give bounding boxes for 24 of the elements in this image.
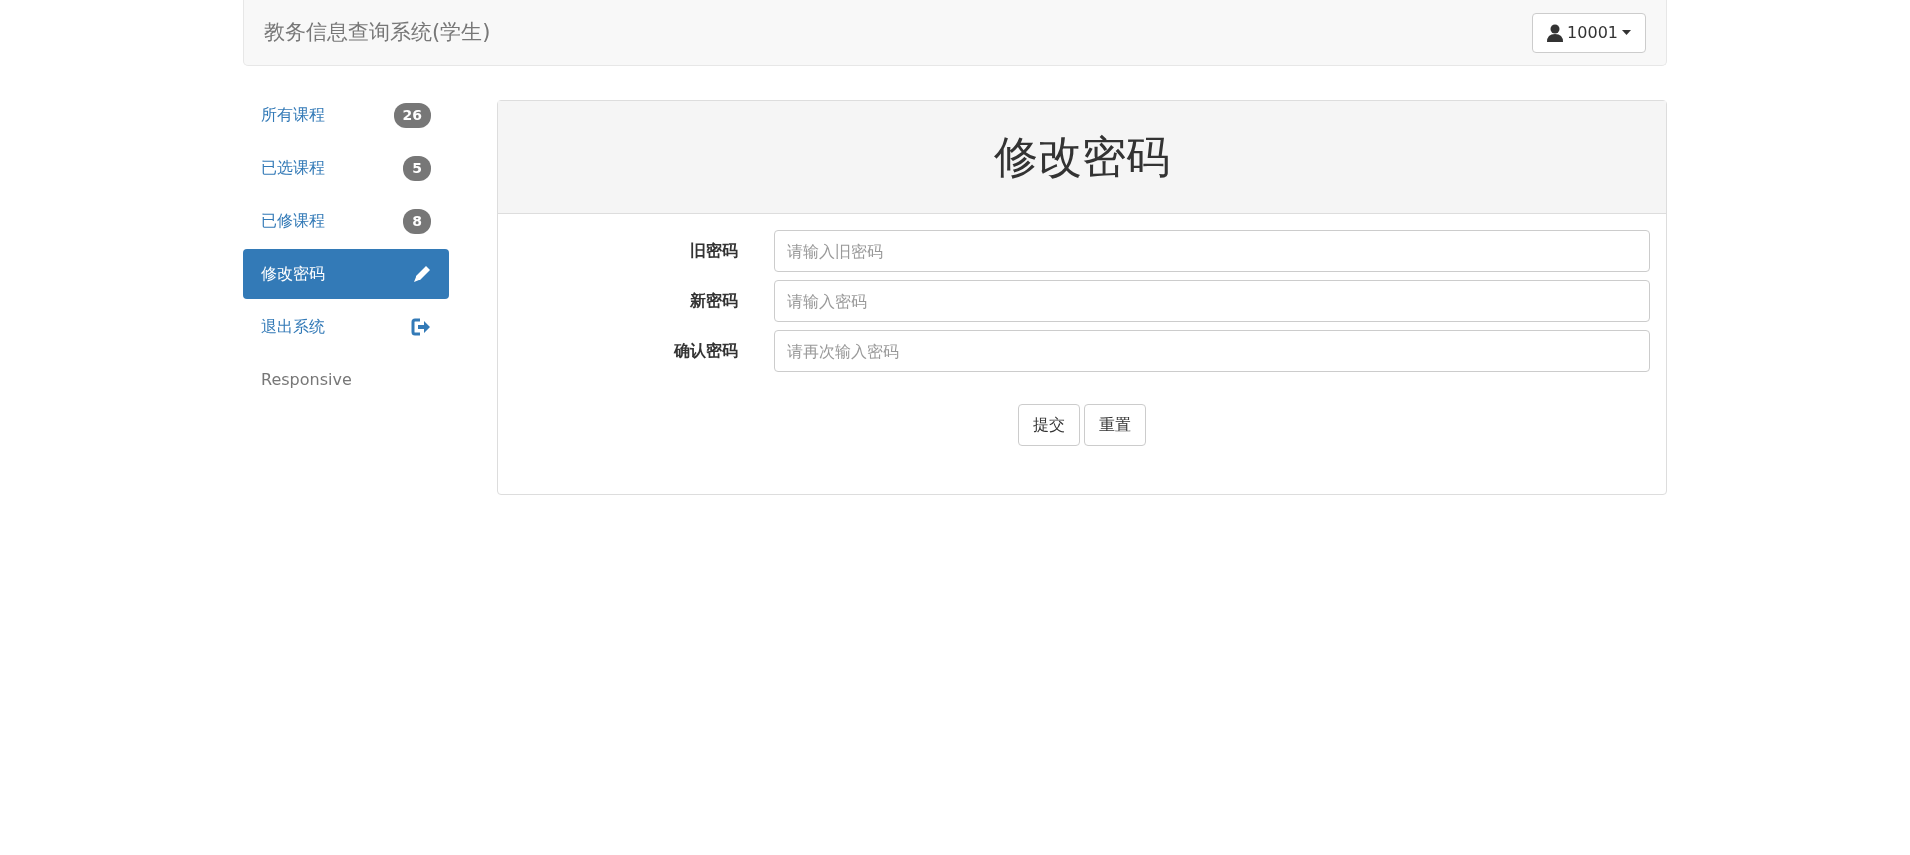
sidebar-item[interactable]: 已选课程 5 — [243, 143, 449, 193]
exit-icon — [411, 318, 431, 336]
user-icon — [1547, 23, 1564, 42]
sidebar-item[interactable]: 修改密码 — [243, 249, 449, 299]
field-label: 确认密码 — [673, 340, 739, 362]
count-badge: 26 — [393, 102, 431, 128]
submit-button[interactable]: 提交 — [1018, 404, 1080, 446]
password-field[interactable]: 请再次输入密码 — [774, 330, 1650, 372]
sidebar-item[interactable]: 退出系统 — [243, 302, 449, 352]
sidebar-item[interactable]: 已修课程 8 — [243, 196, 449, 246]
reset-button[interactable]: 重置 — [1084, 404, 1146, 446]
panel-title: 修改密码 — [994, 130, 1170, 184]
password-field[interactable]: 请输入密码 — [774, 280, 1650, 322]
field-label: 旧密码 — [689, 240, 739, 262]
sidebar-item[interactable]: Responsive — [243, 355, 449, 405]
caret-icon — [1622, 30, 1631, 35]
user-menu-button[interactable]: 10001 — [1532, 12, 1646, 53]
pencil-icon — [413, 265, 431, 283]
password-field[interactable]: 请输入旧密码 — [774, 230, 1650, 272]
field-label: 新密码 — [689, 290, 739, 312]
sidebar-item[interactable]: 所有课程 26 — [243, 90, 449, 140]
count-badge: 5 — [403, 155, 431, 181]
count-badge: 8 — [403, 208, 431, 234]
system-title: 教务信息查询系统(学生) — [264, 18, 491, 46]
